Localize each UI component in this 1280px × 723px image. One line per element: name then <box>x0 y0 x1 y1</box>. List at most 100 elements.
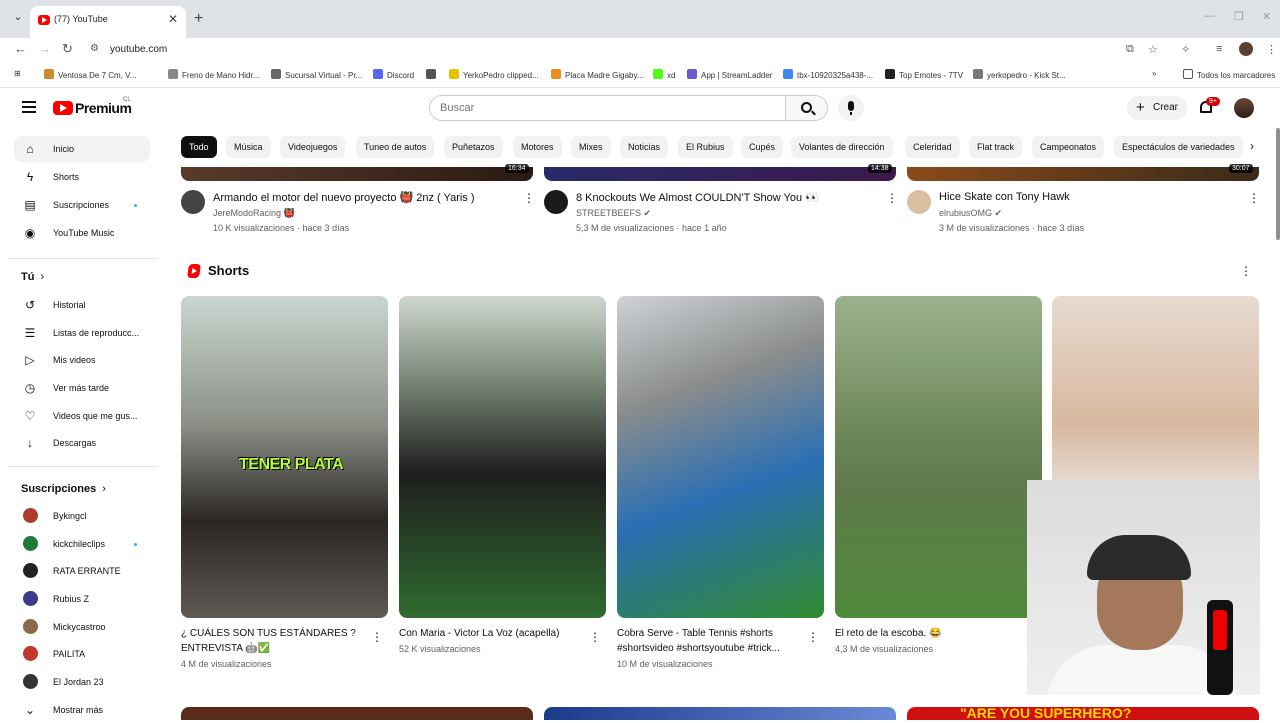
video-thumbnail[interactable] <box>181 167 533 181</box>
bookmark-item[interactable]: Freno de Mano Hidr... <box>168 69 259 80</box>
more-actions-icon[interactable]: ⋮ <box>886 191 898 205</box>
sidebar-item-youtube-music[interactable]: ◉ YouTube Music <box>14 220 150 246</box>
bookmark-item[interactable]: yerkopedro - Kick St... <box>973 69 1066 80</box>
chip[interactable]: El Rubius <box>678 136 733 158</box>
sidebar-channel[interactable]: PAILITA <box>14 641 150 667</box>
chip[interactable]: Cupés <box>741 136 784 158</box>
page-scrollbar[interactable] <box>1276 128 1280 240</box>
video-thumbnail[interactable] <box>544 167 896 181</box>
menu-icon[interactable] <box>22 101 36 113</box>
bookmark-item[interactable]: YerkoPedro clipped... <box>449 69 539 80</box>
shelf-menu-icon[interactable]: ⋮ <box>1240 264 1252 278</box>
sidebar-item-suscripciones[interactable]: ▤ Suscripciones <box>14 192 150 218</box>
back-icon[interactable]: ← <box>14 41 27 56</box>
sidebar-item-historial[interactable]: ↺ Historial <box>14 292 150 318</box>
bookmark-item[interactable]: Top Emotes - 7TV <box>885 69 963 80</box>
chip[interactable]: Noticias <box>620 136 669 158</box>
more-bookmarks-icon[interactable]: » <box>1152 69 1156 78</box>
more-actions-icon[interactable]: ⋮ <box>371 630 383 644</box>
install-app-icon[interactable]: ⧉ <box>1126 43 1134 56</box>
more-actions-icon[interactable]: ⋮ <box>1248 191 1260 205</box>
video-channel[interactable]: elrubiusOMG ✔ <box>939 208 1002 219</box>
sidebar-channel[interactable]: RATA ERRANTE <box>14 558 150 584</box>
bookmark-item[interactable]: xd <box>653 69 675 80</box>
search-button[interactable] <box>786 95 828 121</box>
chip[interactable]: Espectáculos de variedades <box>1114 136 1243 158</box>
sidebar-item-downloads[interactable]: ↓ Descargas <box>14 430 150 456</box>
short-thumbnail[interactable] <box>399 296 606 618</box>
url-box[interactable]: ⚙ youtube.com <box>84 40 1170 60</box>
search-box[interactable] <box>429 95 786 121</box>
chip[interactable]: Flat track <box>969 136 1023 158</box>
site-info-icon[interactable]: ⚙ <box>90 43 99 54</box>
tab-close-icon[interactable]: ✕ <box>168 12 178 26</box>
bookmark-item[interactable]: Ventosa De 7 Cm, V... <box>44 69 136 80</box>
chip[interactable]: Música <box>226 136 271 158</box>
tab-search-icon[interactable]: ⌄ <box>8 10 28 28</box>
url-text[interactable]: youtube.com <box>110 44 167 55</box>
all-bookmarks[interactable]: Todos los marcadores <box>1183 69 1275 80</box>
channel-avatar[interactable] <box>907 190 931 214</box>
browser-menu-icon[interactable]: ⋮ <box>1266 43 1277 56</box>
short-thumbnail[interactable] <box>617 296 824 618</box>
chip[interactable]: Volantes de dirección <box>791 136 893 158</box>
video-title[interactable]: 8 Knockouts We Almost COULDN'T Show You … <box>576 191 819 204</box>
sidebar-channel[interactable]: Bykingcl <box>14 503 150 529</box>
chip[interactable]: Campeonatos <box>1032 136 1105 158</box>
apps-icon[interactable]: ⊞ <box>14 69 21 78</box>
chip[interactable]: Videojuegos <box>280 136 346 158</box>
create-button[interactable]: + Crear <box>1127 96 1187 120</box>
video-thumbnail[interactable] <box>907 167 1259 181</box>
video-channel[interactable]: JereModoRacing 👹 <box>213 208 295 219</box>
sidebar-item-shorts[interactable]: ϟ Shorts <box>14 164 150 190</box>
more-actions-icon[interactable]: ⋮ <box>589 630 601 644</box>
bookmark-item[interactable]: Discord <box>373 69 414 80</box>
bookmark-item[interactable] <box>426 69 440 80</box>
chevron-right-icon[interactable]: › <box>1250 139 1254 153</box>
bookmark-item[interactable]: tbx-10920325a438-... <box>783 69 873 80</box>
more-actions-icon[interactable]: ⋮ <box>523 191 535 205</box>
sidebar-item-my-videos[interactable]: ▷ Mis videos <box>14 347 150 373</box>
chip[interactable]: Tuneo de autos <box>356 136 435 158</box>
sidebar-channel[interactable]: Mickycastroo <box>14 614 150 640</box>
video-channel[interactable]: STREETBEEFS ✔ <box>576 208 651 219</box>
video-title[interactable]: Hice Skate con Tony Hawk <box>939 191 1070 203</box>
chip[interactable]: Motores <box>513 136 562 158</box>
sidebar-item-liked-videos[interactable]: ♡ Videos que me gus... <box>14 403 150 429</box>
short-title[interactable]: ¿ CUÁLES SON TUS ESTÁNDARES ? ENTREVISTA… <box>181 626 361 656</box>
short-thumbnail[interactable] <box>835 296 1042 618</box>
sidebar-heading-suscripciones[interactable]: Suscripciones › <box>21 483 106 495</box>
bookmark-item[interactable]: Sucursal Virtual - Pr... <box>271 69 362 80</box>
sidebar-channel[interactable]: kickchileclips <box>14 531 150 557</box>
video-thumbnail[interactable] <box>181 707 533 720</box>
short-thumbnail[interactable]: TENER PLATA <box>181 296 388 618</box>
video-title[interactable]: Armando el motor del nuevo proyecto 👹 2n… <box>213 191 475 204</box>
chip[interactable]: Mixes <box>571 136 611 158</box>
chip-todo[interactable]: Todo <box>181 136 217 158</box>
sidebar-item-inicio[interactable]: ⌂ Inicio <box>14 136 150 162</box>
chip[interactable]: Celeridad <box>905 136 960 158</box>
sidebar-channel[interactable]: El Jordan 23 <box>14 669 150 695</box>
bookmark-item[interactable]: App | StreamLadder <box>687 69 772 80</box>
short-title[interactable]: Con Maria - Victor La Voz (acapella) <box>399 626 579 641</box>
browser-profile-avatar[interactable] <box>1239 42 1253 56</box>
bookmark-star-icon[interactable]: ☆ <box>1148 43 1158 56</box>
media-control-icon[interactable]: ≡ <box>1216 43 1222 55</box>
youtube-logo-icon[interactable] <box>53 101 73 115</box>
extensions-icon[interactable]: ✧ <box>1181 43 1190 56</box>
video-thumbnail[interactable] <box>544 707 896 720</box>
sidebar-item-watch-later[interactable]: ◷ Ver más tarde <box>14 375 150 401</box>
sidebar-heading-tu[interactable]: Tú › <box>21 271 44 283</box>
short-title[interactable]: Cobra Serve - Table Tennis #shorts #shor… <box>617 626 797 656</box>
new-tab-icon[interactable]: + <box>194 10 203 28</box>
short-title[interactable]: El reto de la escoba. 😂 <box>835 626 1015 641</box>
maximize-icon[interactable]: ❐ <box>1234 10 1244 23</box>
chip[interactable]: Puñetazos <box>444 136 503 158</box>
channel-avatar[interactable] <box>181 190 205 214</box>
bookmark-item[interactable]: Placa Madre Gigaby... <box>551 69 644 80</box>
browser-tab[interactable]: (77) YouTube ✕ <box>30 6 186 38</box>
more-actions-icon[interactable]: ⋮ <box>807 630 819 644</box>
account-avatar[interactable] <box>1234 98 1254 118</box>
forward-icon[interactable]: → <box>38 41 51 56</box>
minimize-icon[interactable]: — <box>1204 10 1215 22</box>
